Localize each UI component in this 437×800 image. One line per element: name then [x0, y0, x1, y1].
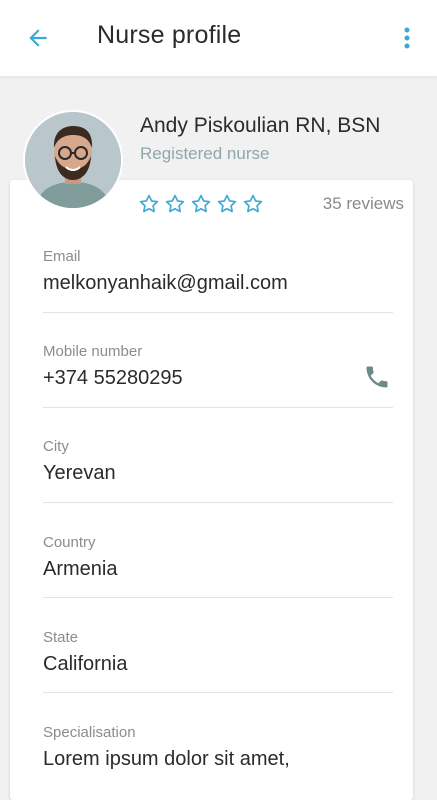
mobile-number-value[interactable]: +374 55280295 — [43, 367, 393, 390]
country-value[interactable]: Armenia — [43, 558, 393, 581]
back-button[interactable] — [22, 22, 54, 54]
arrow-left-icon — [29, 29, 47, 47]
more-options-button[interactable] — [397, 22, 417, 54]
email-field[interactable]: Email melkonyanhaik@gmail.com — [43, 248, 393, 295]
mobile-number-label: Mobile number — [43, 343, 143, 360]
specialisation-label: Specialisation — [43, 724, 136, 741]
star-outline-icon[interactable] — [190, 193, 212, 215]
city-value[interactable]: Yerevan — [43, 462, 393, 485]
divider — [43, 312, 393, 313]
specialisation-value[interactable]: Lorem ipsum dolor sit amet, — [43, 748, 393, 771]
nurse-name: Andy Piskoulian RN, BSN — [140, 114, 381, 137]
star-outline-icon[interactable] — [164, 193, 186, 215]
avatar-portrait-image — [25, 112, 121, 208]
star-outline-icon[interactable] — [216, 193, 238, 215]
divider — [43, 692, 393, 693]
page-title: Nurse profile — [97, 21, 242, 49]
specialisation-field[interactable]: Specialisation Lorem ipsum dolor sit ame… — [43, 724, 393, 771]
star-outline-icon[interactable] — [242, 193, 264, 215]
city-field[interactable]: City Yerevan — [43, 438, 393, 485]
rating-stars[interactable] — [138, 193, 264, 215]
state-value[interactable]: California — [43, 653, 393, 676]
divider — [43, 502, 393, 503]
star-outline-icon[interactable] — [138, 193, 160, 215]
phone-icon — [366, 366, 388, 388]
more-vertical-icon — [404, 27, 410, 49]
country-field[interactable]: Country Armenia — [43, 534, 393, 581]
nurse-role: Registered nurse — [140, 144, 270, 163]
avatar — [23, 110, 123, 210]
reviews-count[interactable]: 35 reviews — [323, 194, 404, 214]
divider — [43, 407, 393, 408]
city-label: City — [43, 438, 69, 455]
state-field[interactable]: State California — [43, 629, 393, 676]
email-value[interactable]: melkonyanhaik@gmail.com — [43, 272, 393, 295]
call-button[interactable] — [362, 362, 392, 392]
mobile-number-field[interactable]: Mobile number +374 55280295 — [43, 343, 393, 390]
email-label: Email — [43, 248, 81, 265]
app-bar: Nurse profile — [0, 0, 437, 76]
country-label: Country — [43, 534, 96, 551]
state-label: State — [43, 629, 79, 646]
divider — [43, 597, 393, 598]
